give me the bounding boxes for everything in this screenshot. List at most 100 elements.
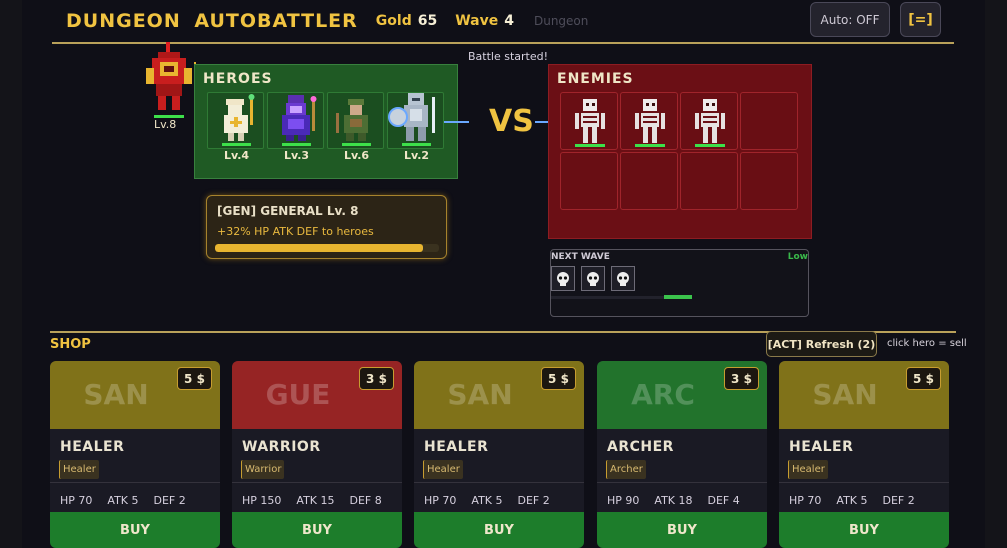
card-name: HEALER <box>60 439 125 455</box>
hero-level: Lv.3 <box>283 149 310 162</box>
next-wave-label: NEXT WAVE <box>551 252 610 262</box>
enemies-panel: ENEMIES <box>548 64 812 239</box>
card-name: HEALER <box>789 439 854 455</box>
card-class-tag: Healer <box>59 460 99 479</box>
hero-hp-bar <box>402 143 431 146</box>
gold-value: 65 <box>417 13 438 29</box>
auto-toggle-button[interactable]: Auto: OFF <box>810 2 890 37</box>
hero-slot[interactable]: Lv.2 <box>387 92 444 162</box>
shop-card[interactable]: ARC 3 $ ARCHER Archer HP 90 ATK 18 DEF 4 BUY <box>597 361 767 548</box>
card-stats: HP 70 ATK 5 DEF 2 <box>424 494 565 507</box>
buy-button[interactable]: BUY <box>232 512 402 548</box>
card-stats: HP 70 ATK 5 DEF 2 <box>60 494 201 507</box>
shop-label: SHOP <box>50 337 91 352</box>
card-atk: ATK 5 <box>471 494 503 507</box>
attack-beam <box>444 121 469 123</box>
enemy-slot-empty <box>560 152 618 210</box>
enemy-slot[interactable] <box>560 92 618 150</box>
general-icon <box>146 42 196 118</box>
hero-hp-bar <box>282 143 311 146</box>
wave-threat-fill <box>664 295 692 299</box>
enemy-hp-bar <box>575 144 605 147</box>
enemy-slot[interactable] <box>680 92 738 150</box>
shop-card[interactable]: SAN 5 $ HEALER Healer HP 70 ATK 5 DEF 2 BUY <box>779 361 949 548</box>
card-cost: 5 $ <box>177 367 212 390</box>
hero-slot[interactable]: Lv.3 <box>267 92 324 162</box>
shop-card[interactable]: GUE 3 $ WARRIOR Warrior HP 150 ATK 15 DEF 8 BUY <box>232 361 402 548</box>
card-abbr: SAN <box>812 378 878 411</box>
card-class-tag: Warrior <box>241 460 285 479</box>
gold-label: Gold <box>375 13 412 29</box>
next-wave-panel: NEXT WAVE Low <box>550 249 809 317</box>
enemy-slot-empty <box>740 152 798 210</box>
knight-icon <box>388 93 435 141</box>
card-abbr: SAN <box>447 378 513 411</box>
heroes-panel: HEROES Lv.4 Lv.3 Lv.6 Lv.2 <box>194 64 458 179</box>
card-cost: 3 $ <box>359 367 394 390</box>
card-class-tag: Healer <box>423 460 463 479</box>
buy-button[interactable]: BUY <box>779 512 949 548</box>
card-abbr: GUE <box>265 378 331 411</box>
general-level: Lv.8 <box>154 118 177 131</box>
buy-button[interactable]: BUY <box>50 512 220 548</box>
card-name: HEALER <box>424 439 489 455</box>
card-divider <box>50 482 220 483</box>
card-def: DEF 2 <box>153 494 186 507</box>
enemy-slot[interactable] <box>620 92 678 150</box>
archer-icon <box>336 99 368 141</box>
general-progress-fill <box>215 244 424 252</box>
location-label: Dungeon <box>533 14 589 28</box>
general-unit[interactable]: Lv.8 <box>140 40 198 131</box>
hero-slot[interactable]: Lv.4 <box>207 92 264 162</box>
threat-level: Low <box>787 252 808 262</box>
general-card-bonus: +32% HP ATK DEF to heroes <box>217 225 374 238</box>
hero-hp-bar <box>342 143 371 146</box>
card-atk: ATK 5 <box>107 494 139 507</box>
refresh-button[interactable]: [ACT] Refresh (2) <box>766 331 877 357</box>
battle-message: Battle started! <box>468 50 549 63</box>
card-hp: HP 70 <box>424 494 457 507</box>
hero-slot[interactable]: Lv.6 <box>327 92 384 162</box>
card-def: DEF 4 <box>707 494 740 507</box>
buy-button[interactable]: BUY <box>414 512 584 548</box>
menu-button[interactable]: [=] <box>900 2 941 37</box>
wave-value: 4 <box>504 13 514 29</box>
skeleton-icon <box>575 99 605 143</box>
card-hp: HP 70 <box>789 494 822 507</box>
card-def: DEF 2 <box>517 494 550 507</box>
skeleton-icon <box>635 99 665 143</box>
heroes-title: HEROES <box>203 71 273 87</box>
card-stats: HP 70 ATK 5 DEF 2 <box>789 494 930 507</box>
card-name: ARCHER <box>607 439 674 455</box>
buy-button[interactable]: BUY <box>597 512 767 548</box>
wave-display: Wave 4 <box>455 13 514 29</box>
card-divider <box>779 482 949 483</box>
card-atk: ATK 18 <box>654 494 693 507</box>
gold-display: Gold 65 <box>376 13 437 29</box>
card-divider <box>232 482 402 483</box>
enemy-slot-empty <box>740 92 798 150</box>
card-class-tag: Archer <box>606 460 646 479</box>
card-divider <box>414 482 584 483</box>
shop-card[interactable]: SAN 5 $ HEALER Healer HP 70 ATK 5 DEF 2 BUY <box>50 361 220 548</box>
card-atk: ATK 15 <box>296 494 335 507</box>
enemy-hp-bar <box>635 144 665 147</box>
skull-icon <box>551 266 575 291</box>
game-title: DUNGEON AUTOBATTLER <box>66 10 358 32</box>
card-cost: 3 $ <box>724 367 759 390</box>
mage-icon <box>282 95 317 141</box>
enemy-hp-bar <box>695 144 725 147</box>
skull-icon <box>611 266 635 291</box>
card-def: DEF 2 <box>882 494 915 507</box>
card-hp: HP 70 <box>60 494 93 507</box>
hero-level: Lv.6 <box>343 149 370 162</box>
card-abbr: SAN <box>83 378 149 411</box>
card-atk: ATK 5 <box>836 494 868 507</box>
shop-card[interactable]: SAN 5 $ HEALER Healer HP 70 ATK 5 DEF 2 BUY <box>414 361 584 548</box>
general-card: [GEN] GENERAL Lv. 8 +32% HP ATK DEF to h… <box>206 195 447 259</box>
card-stats: HP 90 ATK 18 DEF 4 <box>607 494 755 507</box>
card-class-tag: Healer <box>788 460 828 479</box>
enemy-slot-empty <box>680 152 738 210</box>
hero-hp-bar <box>222 143 251 146</box>
card-cost: 5 $ <box>906 367 941 390</box>
